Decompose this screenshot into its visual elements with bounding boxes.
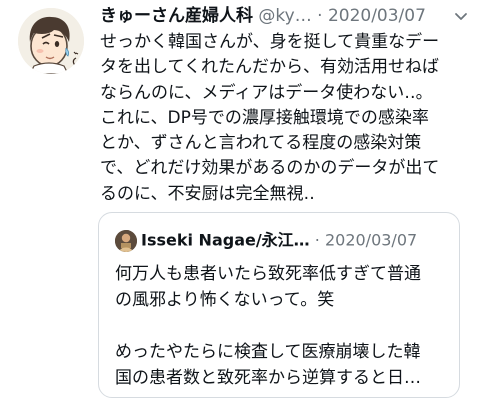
tweet-header: きゅーさん産婦人科 @ky… · 2020/03/07 — [100, 5, 472, 27]
quoted-text-line: の風邪より怖くないって。笑 — [115, 290, 335, 310]
quoted-tweet-date: 2020/03/07 — [324, 230, 418, 250]
quoted-text-line: 何万人も患者いたら致死率低すぎて普通 — [115, 264, 421, 284]
tweet-text-line: せっかく韓国さんが、身を挺して貴重なデー — [100, 32, 440, 52]
quoted-tweet-text: 何万人も患者いたら致死率低すぎて普通 の風邪より怖くないって。笑 めったやたらに… — [115, 261, 445, 391]
tweet-date[interactable]: 2020/03/07 — [328, 6, 426, 26]
tweet-text-line: とか、ずさんと言われてる程度の感染対策 — [100, 133, 422, 154]
tweet-text-line: るのに、不安厨は完全無視‥ — [100, 183, 315, 204]
quoted-text-line: めったやたらに検査して医療崩壊した韓 — [115, 342, 421, 362]
tweet-text-line: これに、DP号での濃厚接触環境での感染率 — [100, 107, 429, 128]
tweet[interactable]: きゅーさん産婦人科 @ky… · 2020/03/07 せっかく韓国さんが、身を… — [0, 0, 480, 408]
cartoon-doctor-avatar-icon[interactable] — [18, 8, 84, 74]
quoted-author-name: Isseki Nagae/永江… — [141, 230, 310, 250]
author-display-name[interactable]: きゅーさん産婦人科 — [100, 6, 253, 26]
tweet-text-line: ならんのに、メディアはデータ使わない‥。 — [100, 82, 433, 103]
tweet-text: せっかく韓国さんが、身を挺して貴重なデー タを出してくれたんだから、有効活用せね… — [100, 30, 472, 207]
author-handle[interactable]: @ky… — [258, 6, 311, 26]
quoted-separator: · — [309, 230, 325, 250]
profile-photo-avatar-icon — [115, 229, 137, 252]
header-separator: · — [311, 6, 328, 26]
tweet-text-line: タを出してくれたんだから、有効活用せねば — [100, 57, 439, 78]
quoted-text-line: 国の患者数と致死率から逆算すると日… — [115, 368, 421, 388]
quoted-tweet-card[interactable]: Isseki Nagae/永江… · 2020/03/07 何万人も患者いたら致… — [98, 212, 460, 398]
quoted-tweet-header: Isseki Nagae/永江… · 2020/03/07 — [115, 227, 445, 253]
chevron-down-icon[interactable] — [452, 5, 470, 27]
tweet-text-line: で、どれだけ効果があるのかのデータが出て — [100, 158, 440, 179]
